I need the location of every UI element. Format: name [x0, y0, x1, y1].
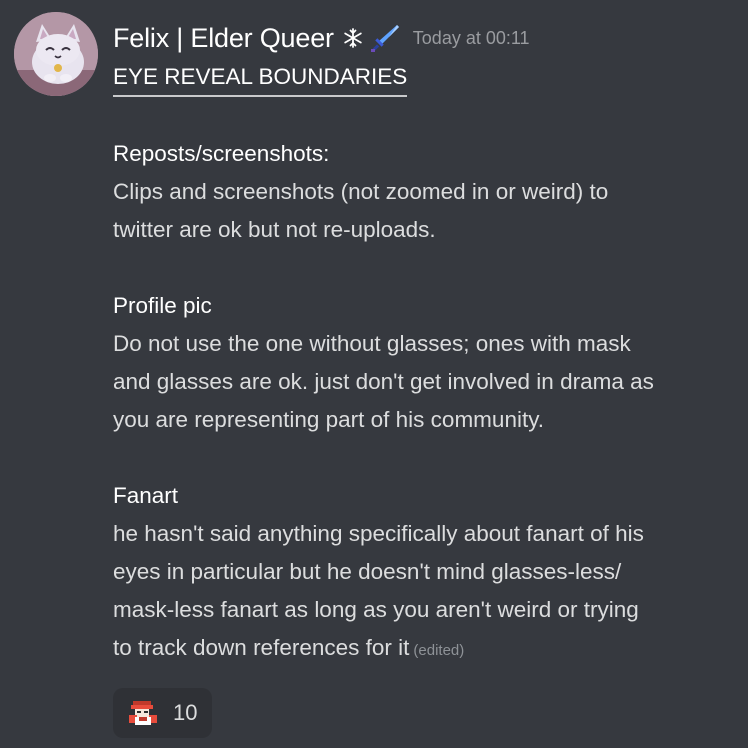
section-reposts: Reposts/screenshots: Clips and screensho…: [113, 135, 733, 249]
section-line-text: to track down references for it: [113, 635, 410, 660]
section-line: and glasses are ok. just don't get invol…: [113, 369, 654, 394]
section-line: Do not use the one without glasses; ones…: [113, 331, 631, 356]
section-line: he hasn't said anything specifically abo…: [113, 521, 644, 546]
cat-avatar-icon[interactable]: [14, 12, 98, 96]
section-heading: Profile pic: [113, 293, 212, 318]
edited-label: (edited): [413, 642, 465, 659]
section-line: twitter are ok but not re-uploads.: [113, 217, 436, 242]
section-line: eyes in particular but he doesn't mind g…: [113, 559, 622, 584]
section-fanart: Fanart he hasn't said anything specifica…: [113, 477, 733, 670]
section-heading: Fanart: [113, 483, 179, 508]
section-line: Clips and screenshots (not zoomed in or …: [113, 179, 609, 204]
username[interactable]: Felix | Elder Queer: [113, 23, 334, 54]
custom-character-emoji-icon: [129, 701, 157, 725]
message-header: Felix | Elder Queer Today at 00:11: [113, 18, 530, 58]
snowflake-icon: [344, 28, 362, 48]
reaction-button[interactable]: 10: [113, 688, 212, 738]
section-line: you are representing part of his communi…: [113, 407, 545, 432]
message-title: EYE REVEAL BOUNDARIES: [113, 61, 408, 97]
section-heading: Reposts/screenshots:: [113, 141, 330, 166]
reaction-count: 10: [173, 700, 198, 725]
sword-icon: [370, 25, 399, 52]
message-content: EYE REVEAL BOUNDARIES Reposts/screenshot…: [113, 58, 733, 670]
section-line: mask-less fanart as long as you aren't w…: [113, 597, 639, 622]
section-line-last: to track down references for it (edited): [113, 629, 733, 670]
timestamp: Today at 00:11: [412, 27, 530, 48]
chat-message: Felix | Elder Queer Today at 00:11 EYE R…: [0, 0, 748, 748]
section-profile-pic: Profile pic Do not use the one without g…: [113, 287, 733, 439]
